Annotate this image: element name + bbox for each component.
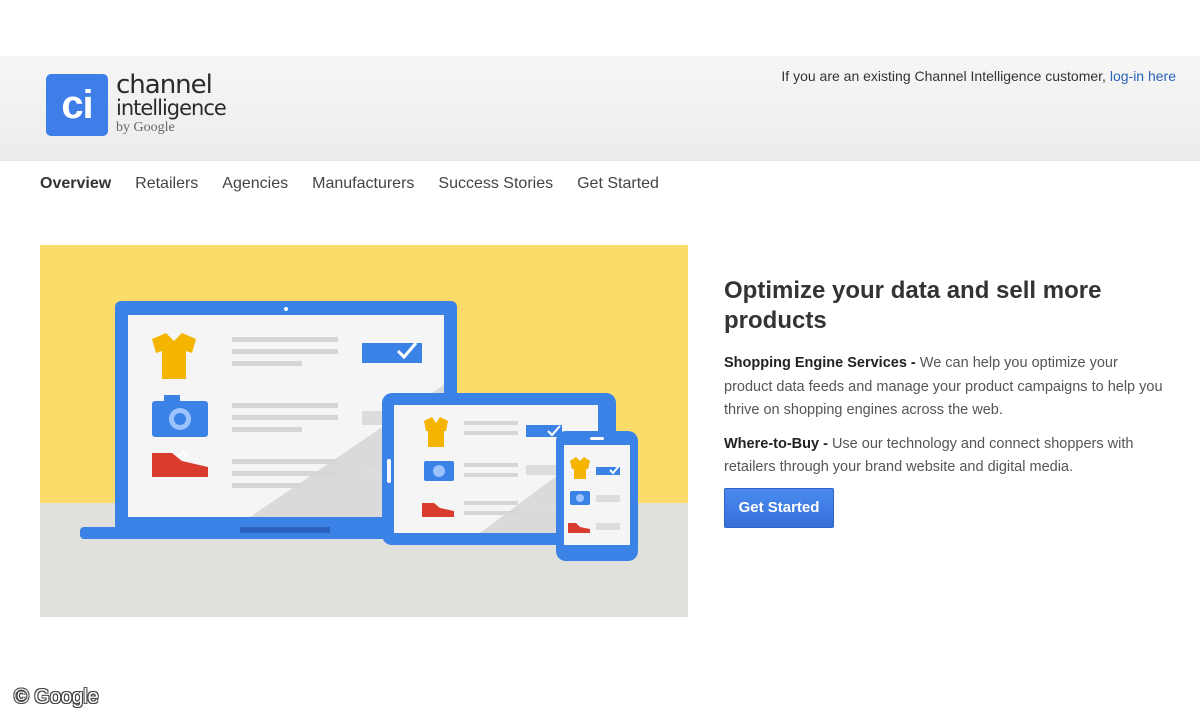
google-watermark: © Google xyxy=(14,686,99,708)
main-nav: Overview Retailers Agencies Manufacturer… xyxy=(40,175,659,193)
phone xyxy=(556,431,638,561)
shopping-engine-services-title: Shopping Engine Services - xyxy=(724,355,916,371)
nav-agencies[interactable]: Agencies xyxy=(222,175,288,193)
existing-customer-text: If you are an existing Channel Intellige… xyxy=(781,68,1110,84)
existing-customer-note: If you are an existing Channel Intellige… xyxy=(781,68,1176,84)
hero-illustration xyxy=(40,245,688,617)
nav-success-stories[interactable]: Success Stories xyxy=(438,175,553,193)
page-headline: Optimize your data and sell more product… xyxy=(724,277,1102,334)
devices-illustration xyxy=(40,245,688,617)
main-content: Optimize your data and sell more product… xyxy=(724,276,1164,480)
nav-manufacturers[interactable]: Manufacturers xyxy=(312,175,414,193)
logo-wordmark-line2: intelligence xyxy=(116,96,227,120)
nav-get-started[interactable]: Get Started xyxy=(577,175,659,193)
nav-overview[interactable]: Overview xyxy=(40,175,111,193)
logo-byline: by Google xyxy=(116,120,175,135)
camera-icon xyxy=(152,395,208,437)
channel-intelligence-logo[interactable]: ci channel intelligence by Google xyxy=(46,70,246,144)
logo-badge: ci xyxy=(46,74,108,136)
get-started-button[interactable]: Get Started xyxy=(724,488,834,528)
login-link[interactable]: log-in here xyxy=(1110,68,1176,84)
where-to-buy-title: Where-to-Buy - xyxy=(724,435,828,452)
nav-retailers[interactable]: Retailers xyxy=(135,175,198,193)
shopping-engine-services-paragraph: Shopping Engine Services - We can help y… xyxy=(724,352,1164,423)
where-to-buy-paragraph: Where-to-Buy - Use our technology and co… xyxy=(724,433,1164,480)
